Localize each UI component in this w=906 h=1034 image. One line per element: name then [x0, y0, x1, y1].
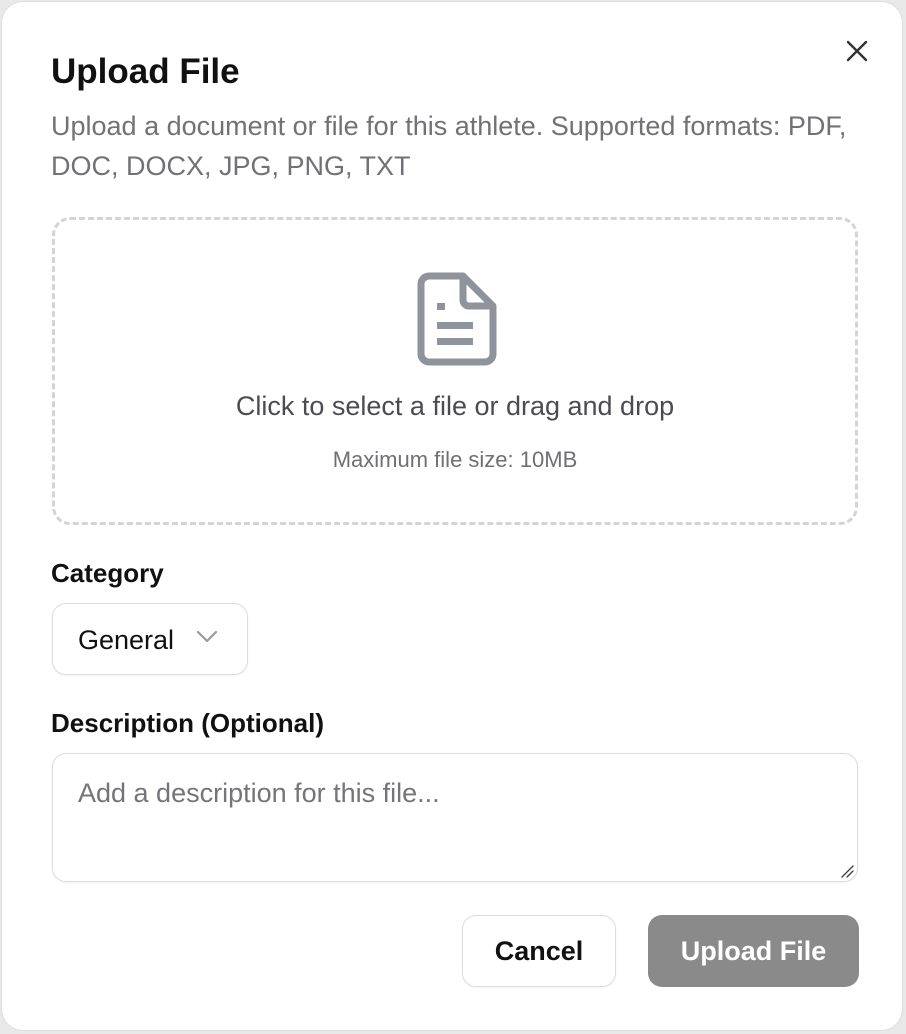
close-icon	[846, 40, 868, 62]
dialog-subtitle: Upload a document or file for this athle…	[51, 111, 847, 181]
upload-file-dialog: Upload File Upload a document or file fo…	[1, 1, 903, 1031]
file-dropzone[interactable]: Click to select a file or drag and drop …	[52, 217, 858, 525]
resize-handle-icon[interactable]	[840, 864, 854, 878]
description-placeholder: Add a description for this file...	[78, 778, 440, 808]
chevron-down-icon	[196, 630, 218, 643]
description-textarea[interactable]: Add a description for this file...	[52, 753, 858, 882]
category-select[interactable]: General	[52, 603, 248, 675]
file-icon	[417, 272, 497, 366]
dropzone-instruction: Click to select a file or drag and drop	[235, 391, 675, 421]
dropzone-size-hint: Maximum file size: 10MB	[332, 447, 578, 472]
category-label: Category	[51, 558, 164, 588]
cancel-button[interactable]: Cancel	[462, 915, 616, 987]
category-selected-value: General	[78, 625, 175, 655]
description-label: Description (Optional)	[51, 708, 324, 738]
dialog-title: Upload File	[51, 52, 240, 91]
close-button[interactable]	[840, 34, 874, 68]
upload-file-button[interactable]: Upload File	[648, 915, 859, 987]
